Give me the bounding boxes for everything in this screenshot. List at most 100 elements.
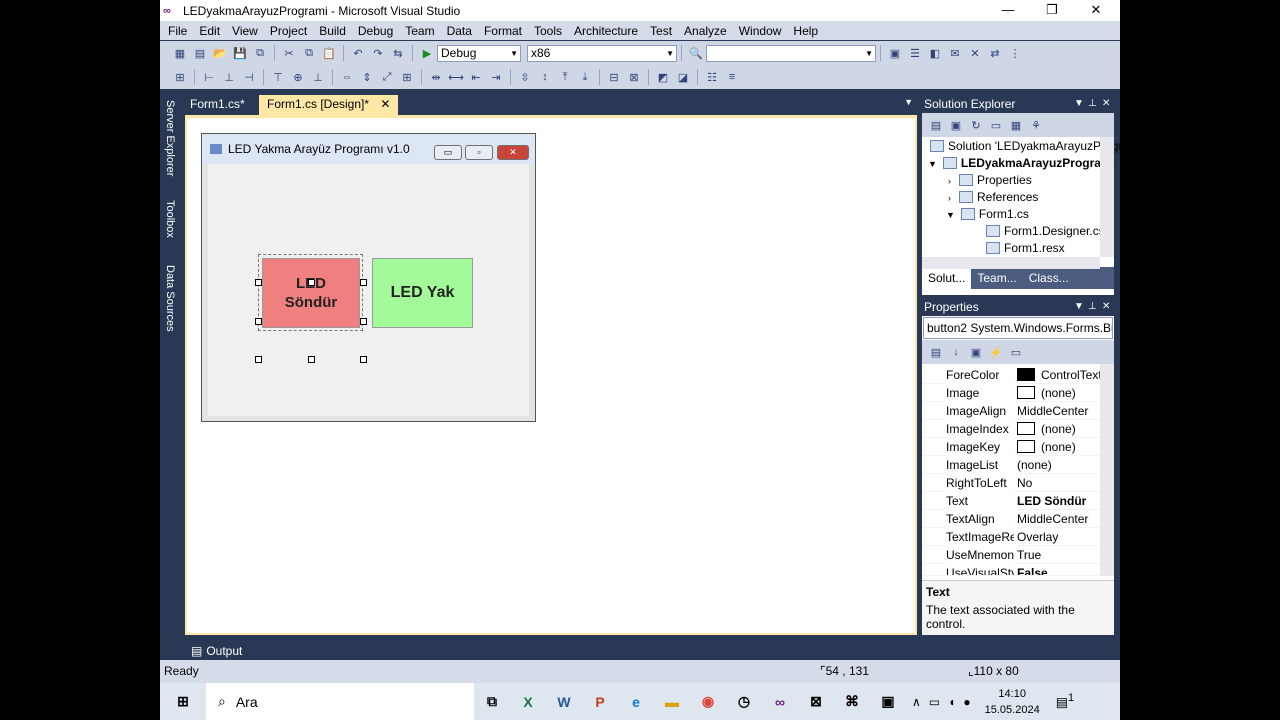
menu-window[interactable]: Window — [733, 24, 788, 38]
window-position-icon[interactable]: ▼ — [1074, 298, 1084, 316]
undo-icon[interactable]: ↶ — [350, 45, 366, 61]
windows-start-icon[interactable]: ⊞ — [160, 683, 206, 720]
tab-class-view[interactable]: Class... — [1023, 267, 1075, 289]
taskbar-search[interactable]: ⌕ Ara — [206, 683, 474, 720]
property-row[interactable]: ImageAlign MiddleCenter — [922, 402, 1100, 420]
tray-chevron-icon[interactable]: ∧ — [912, 695, 921, 709]
xbox-icon[interactable]: ⊠ — [798, 683, 834, 720]
property-row[interactable]: ImageList (none) — [922, 456, 1100, 474]
properties-view-icon[interactable]: ▣ — [968, 344, 984, 360]
led-yak-button[interactable]: LED Yak — [372, 258, 473, 328]
notification-icon[interactable]: ▤1 — [1056, 692, 1074, 710]
property-row[interactable]: TextImageRelationOverlay — [922, 528, 1100, 546]
tree-item-form1-designer[interactable]: Form1.Designer.cs — [986, 224, 1105, 238]
package-icon[interactable]: ▣ — [870, 683, 906, 720]
tree-item-form1-resx[interactable]: Form1.resx — [986, 241, 1065, 255]
toolbar-options-icon[interactable]: ≡ — [724, 69, 740, 85]
properties-icon[interactable]: ☰ — [907, 45, 923, 61]
tab-order-icon[interactable]: ☷ — [704, 69, 720, 85]
menu-file[interactable]: File — [162, 24, 193, 38]
h-spacing-decrease-icon[interactable]: ⇤ — [468, 69, 484, 85]
tree-item-properties[interactable]: › Properties — [948, 173, 1032, 187]
menu-build[interactable]: Build — [313, 24, 352, 38]
object-selector[interactable]: button2 System.Windows.Forms.Button — [923, 317, 1113, 339]
copy-icon[interactable]: ⧉ — [301, 45, 317, 61]
task-view-icon[interactable]: ⧉ — [474, 683, 510, 720]
minimize-icon[interactable]: — — [986, 0, 1030, 21]
categorized-icon[interactable]: ▤ — [928, 344, 944, 360]
menu-view[interactable]: View — [226, 24, 264, 38]
tab-dropdown-icon[interactable]: ▼ — [904, 97, 913, 107]
chrome-icon[interactable]: ◉ — [690, 683, 726, 720]
property-row[interactable]: Text LED Söndür — [922, 492, 1100, 510]
toolbox-icon[interactable]: ✉ — [947, 45, 963, 61]
add-item-icon[interactable]: ▤ — [192, 45, 208, 61]
v-spacing-equal-icon[interactable]: ⇳ — [517, 69, 533, 85]
align-centers-icon[interactable]: ⊥ — [221, 69, 237, 85]
taskbar-clock[interactable]: 14:10 15.05.2024 — [985, 686, 1040, 718]
resize-handle[interactable] — [308, 279, 315, 286]
volume-icon[interactable]: ◖ — [948, 695, 955, 709]
close-panel-icon[interactable]: ✕ — [1102, 95, 1110, 113]
menu-team[interactable]: Team — [399, 24, 440, 38]
visual-studio-icon[interactable]: ∞ — [762, 683, 798, 720]
file-explorer-icon[interactable]: ▬ — [654, 683, 690, 720]
maximize-icon[interactable]: ❐ — [1030, 0, 1074, 21]
h-spacing-equal-icon[interactable]: ⇹ — [428, 69, 444, 85]
cut-icon[interactable]: ✂ — [281, 45, 297, 61]
toolbox-tab[interactable]: Toolbox — [164, 200, 176, 238]
solution-explorer-icon[interactable]: ▣ — [887, 45, 903, 61]
menu-help[interactable]: Help — [787, 24, 824, 38]
h-spacing-increase-icon[interactable]: ⟷ — [448, 69, 464, 85]
class-diagram-icon[interactable]: ⚘ — [1028, 117, 1044, 133]
menu-debug[interactable]: Debug — [352, 24, 399, 38]
tab-form1-cs[interactable]: Form1.cs* — [182, 95, 253, 115]
network-icon[interactable]: ▭ — [929, 695, 940, 709]
same-width-icon[interactable]: ⇔ — [339, 69, 355, 85]
same-height-icon[interactable]: ⇕ — [359, 69, 375, 85]
designed-form[interactable]: LED Yakma Arayüz Programı v1.0 ▭ ▫ ✕ LED… — [201, 133, 536, 422]
align-lefts-icon[interactable]: ⊢ — [201, 69, 217, 85]
open-icon[interactable]: 📂 — [212, 45, 228, 61]
window-position-icon[interactable]: ▼ — [1074, 95, 1084, 113]
align-rights-icon[interactable]: ⊣ — [241, 69, 257, 85]
view-code-icon[interactable]: ▭ — [988, 117, 1004, 133]
center-horizontally-icon[interactable]: ⊟ — [606, 69, 622, 85]
microphone-icon[interactable]: ● — [963, 695, 970, 709]
platform-combo[interactable]: x86 ▼ — [527, 44, 677, 62]
paste-icon[interactable]: 📋 — [321, 45, 337, 61]
save-icon[interactable]: 💾 — [232, 45, 248, 61]
more-icon[interactable]: ⋮ — [1007, 45, 1023, 61]
bring-to-front-icon[interactable]: ◩ — [655, 69, 671, 85]
menu-test[interactable]: Test — [644, 24, 678, 38]
clock-app-icon[interactable]: ◷ — [726, 683, 762, 720]
property-row[interactable]: TextAlign MiddleCenter — [922, 510, 1100, 528]
close-tab-icon[interactable]: ✕ — [380, 97, 390, 111]
send-to-back-icon[interactable]: ◪ — [675, 69, 691, 85]
v-spacing-increase-icon[interactable]: ↕ — [537, 69, 553, 85]
menu-edit[interactable]: Edit — [193, 24, 226, 38]
resize-handle[interactable] — [255, 318, 262, 325]
led-sondur-button[interactable]: LED Söndür — [262, 258, 360, 328]
property-row[interactable]: ForeColor ControlText — [922, 366, 1102, 384]
size-to-grid-icon[interactable]: ⊞ — [399, 69, 415, 85]
center-vertically-icon[interactable]: ⊠ — [626, 69, 642, 85]
resize-handle[interactable] — [360, 318, 367, 325]
powerpoint-icon[interactable]: P — [582, 683, 618, 720]
server-explorer-tab[interactable]: Server Explorer — [164, 100, 176, 176]
property-row[interactable]: RightToLeft No — [922, 474, 1100, 492]
property-row[interactable]: ImageIndex (none) — [922, 420, 1100, 438]
pin-icon[interactable]: ⊥ — [1088, 95, 1097, 113]
menu-analyze[interactable]: Analyze — [678, 24, 733, 38]
tab-team-explorer[interactable]: Team... — [971, 267, 1022, 289]
properties-icon[interactable]: ▤ — [928, 117, 944, 133]
align-middles-icon[interactable]: ⊕ — [290, 69, 306, 85]
align-to-grid-icon[interactable]: ⊞ — [172, 69, 188, 85]
find-in-files-icon[interactable]: 🔍 — [688, 45, 704, 61]
horizontal-scrollbar[interactable] — [922, 257, 1100, 269]
property-row[interactable]: ImageKey (none) — [922, 438, 1100, 456]
excel-icon[interactable]: X — [510, 683, 546, 720]
align-bottoms-icon[interactable]: ⊥ — [310, 69, 326, 85]
find-combo[interactable]: ▼ — [706, 44, 876, 62]
show-all-files-icon[interactable]: ▣ — [948, 117, 964, 133]
